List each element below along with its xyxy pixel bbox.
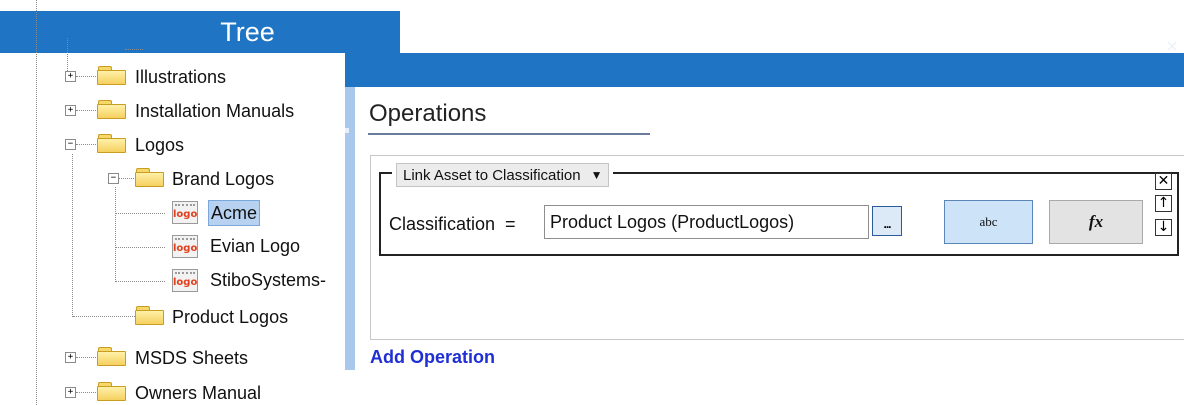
add-operation-link[interactable]: Add Operation [370, 345, 495, 369]
logo-asset-icon: logo [172, 201, 198, 224]
tree-item-msds-sheets[interactable]: MSDS Sheets [135, 346, 248, 370]
tree-guide-line [76, 357, 96, 358]
expand-icon[interactable]: + [65, 71, 76, 82]
tree-item-stibosystems[interactable]: StiboSystems- [210, 268, 326, 292]
expand-icon[interactable]: + [65, 105, 76, 116]
splitter-grip [345, 128, 349, 133]
remove-operation-icon[interactable]: ✕ [1155, 173, 1172, 190]
tree-guide-line [76, 110, 96, 111]
tree-guide-line [125, 49, 143, 50]
collapse-icon[interactable]: − [65, 139, 76, 150]
folder-icon [97, 100, 126, 119]
tree-guide-line [76, 392, 96, 393]
tree-guide-line [67, 38, 68, 73]
dialog-title-bar [345, 53, 1184, 87]
move-up-icon[interactable]: ↑ [1155, 195, 1172, 212]
expand-icon[interactable]: + [65, 387, 76, 398]
folder-open-icon [135, 168, 164, 187]
text-value-mode-button[interactable]: abc [944, 200, 1033, 244]
close-icon[interactable]: × [1166, 37, 1178, 57]
tree-guide-line [115, 247, 165, 248]
tree-item-installation-manuals[interactable]: Installation Manuals [135, 99, 294, 123]
folder-icon [97, 347, 126, 366]
logo-asset-icon: logo [172, 269, 198, 292]
title-underline [368, 133, 650, 135]
tree-item-owners-manual[interactable]: Owners Manual [135, 381, 261, 405]
tree-guide-line [115, 187, 116, 282]
tree-item-brand-logos[interactable]: Brand Logos [172, 167, 274, 191]
folder-icon [97, 382, 126, 401]
folder-icon [97, 66, 126, 85]
tree-guide-line [36, 0, 37, 405]
folder-open-icon [97, 134, 126, 153]
tree-item-logos[interactable]: Logos [135, 133, 184, 157]
tree-guide-line [119, 178, 134, 179]
collapse-icon[interactable]: − [108, 173, 119, 184]
logo-asset-icon: logo [172, 235, 198, 258]
tree-panel: + Illustrations + Installation Manuals −… [0, 0, 345, 405]
browse-button[interactable]: ... [872, 206, 902, 236]
tree-item-evian-logo[interactable]: Evian Logo [210, 234, 300, 258]
dropdown-arrow-icon: ▼ [590, 168, 603, 182]
tree-guide-line [72, 154, 73, 317]
classification-label: Classification = [389, 214, 516, 234]
tree-item-product-logos[interactable]: Product Logos [172, 305, 288, 329]
classification-input[interactable]: Product Logos (ProductLogos) [544, 205, 869, 239]
operations-title: Operations [369, 100, 487, 127]
tree-guide-line [76, 76, 96, 77]
tree-guide-line [115, 281, 165, 282]
tree-item-illustrations[interactable]: Illustrations [135, 65, 226, 89]
folder-icon [135, 306, 164, 325]
tree-guide-line [115, 213, 165, 214]
function-mode-button[interactable]: fx [1049, 200, 1143, 244]
tree-guide-line [76, 144, 96, 145]
expand-icon[interactable]: + [65, 352, 76, 363]
tree-item-acme[interactable]: Acme [208, 200, 261, 226]
tree-panel-title: Tree [0, 11, 400, 53]
tree-guide-line [73, 316, 135, 317]
move-down-icon[interactable]: ↓ [1155, 219, 1172, 236]
operation-type-dropdown[interactable]: Link Asset to Classification ▼ [392, 163, 614, 187]
operation-type-value: Link Asset to Classification [403, 166, 581, 184]
